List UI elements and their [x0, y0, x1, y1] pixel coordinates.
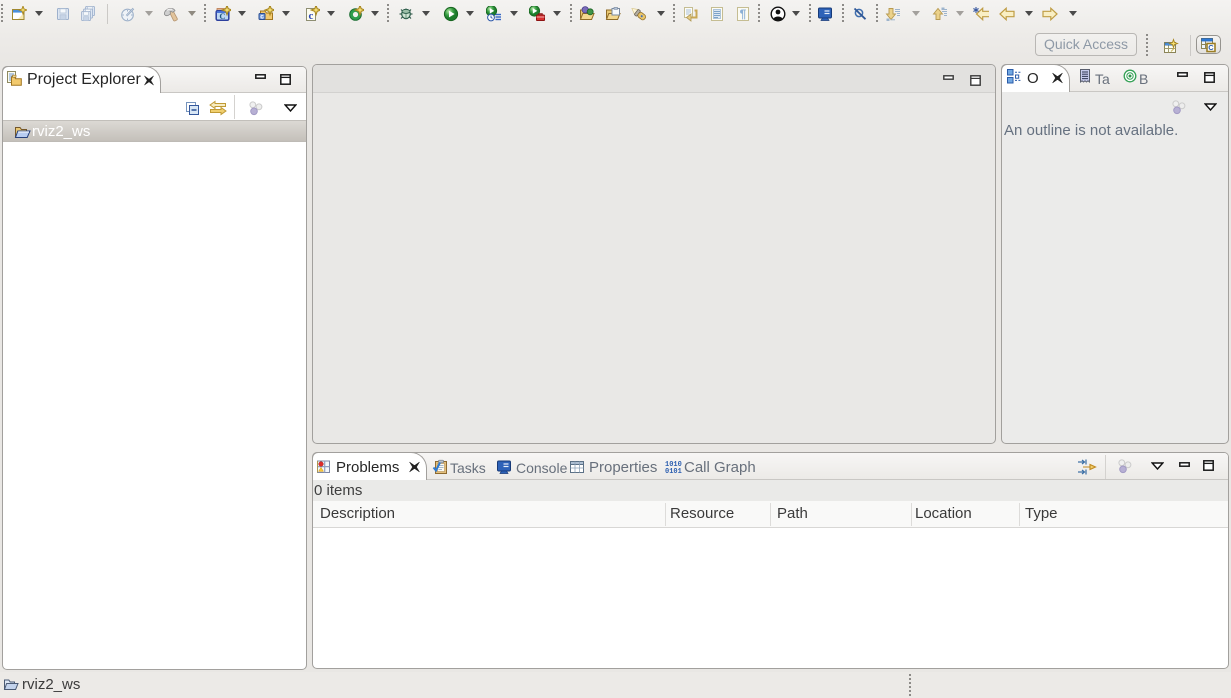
svg-text:C: C	[219, 11, 225, 21]
svg-text:c: c	[260, 13, 264, 20]
svg-text:¶: ¶	[740, 7, 747, 21]
svg-text:0101: 0101	[665, 468, 682, 475]
svg-text:C: C	[1208, 43, 1214, 52]
svg-text:c: c	[309, 10, 314, 22]
